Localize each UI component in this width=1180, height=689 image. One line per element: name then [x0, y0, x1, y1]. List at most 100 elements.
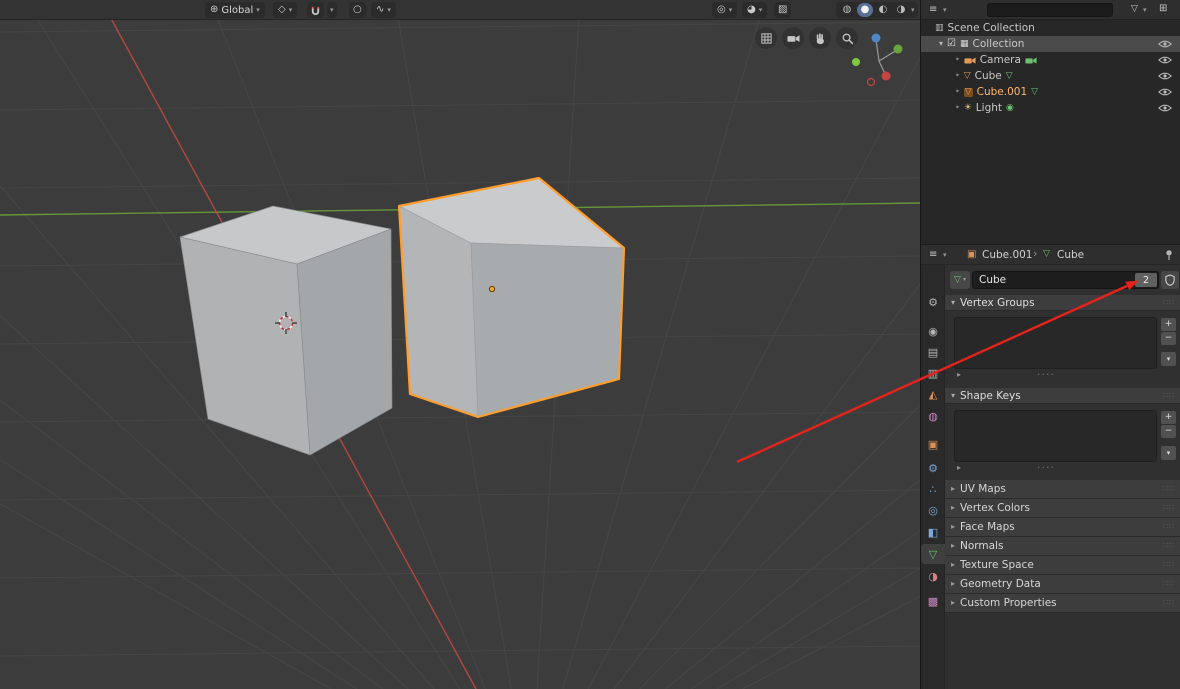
new-collection-icon[interactable]: ⊞	[1159, 4, 1167, 14]
panel-drag-handle[interactable]: ∷∷	[1163, 542, 1175, 550]
panel-drag-handle[interactable]: ∷∷	[1163, 504, 1175, 512]
pivot-point-dropdown[interactable]: ◇ ▾	[273, 2, 298, 18]
outliner-row-cube[interactable]: • ▽ Cube ▽	[921, 68, 1180, 84]
shape-key-add-button[interactable]: +	[1161, 411, 1176, 424]
axis-x-ball[interactable]	[881, 71, 891, 81]
properties-editor-menu-icon[interactable]: ≡	[929, 250, 937, 260]
id-type-dropdown[interactable]: ▽ ▾	[950, 271, 970, 289]
list-resize-grip[interactable]: ····	[1037, 462, 1055, 473]
snap-settings-dropdown[interactable]: ▾	[327, 2, 337, 18]
panel-header-normals[interactable]: ▸ Normals ∷∷	[945, 537, 1180, 556]
viewport-3d[interactable]	[0, 0, 920, 689]
tab-physics[interactable]: ◎	[921, 500, 945, 520]
proportional-editing-toggle[interactable]: ○	[349, 2, 366, 18]
visibility-eye-icon[interactable]	[1158, 39, 1172, 49]
shading-solid-button[interactable]: ●	[857, 3, 873, 17]
outliner-search-input[interactable]	[987, 3, 1113, 17]
panel-header-geometry-data[interactable]: ▸ Geometry Data ∷∷	[945, 575, 1180, 594]
collection-checkbox[interactable]: ☑	[947, 39, 956, 49]
show-overlays-dropdown[interactable]: ◕ ▾	[742, 2, 768, 18]
filter-funnel-icon[interactable]: ▽	[1131, 5, 1138, 14]
render-tab-icon: ◉	[928, 324, 938, 338]
pan-view-button[interactable]	[809, 27, 831, 49]
panel-drag-handle[interactable]: ∷∷	[1163, 391, 1175, 400]
outliner: ≡ ▾ ▽ ▾ ⊞ ▥ Scene Collection ▾ ☑ ▦ Colle…	[921, 0, 1180, 244]
outliner-row-collection[interactable]: ▾ ☑ ▦ Collection	[921, 36, 1180, 52]
panel-header-face-maps[interactable]: ▸ Face Maps ∷∷	[945, 518, 1180, 537]
visibility-eye-icon[interactable]	[1158, 71, 1172, 81]
disclosure-open-icon[interactable]: ▾	[939, 40, 943, 48]
snap-toggle[interactable]	[307, 2, 324, 18]
falloff-dropdown[interactable]: ∿ ▾	[371, 2, 396, 18]
axis-z-ball[interactable]	[871, 33, 881, 43]
disclosure-closed-icon[interactable]: ▸	[957, 371, 961, 379]
disclosure-closed-icon: ▸	[951, 598, 956, 607]
axis-x-neg-ball[interactable]	[866, 77, 876, 87]
visibility-eye-icon[interactable]	[1158, 55, 1172, 65]
visibility-eye-icon[interactable]	[1158, 87, 1172, 97]
tab-constraints[interactable]: ◧	[921, 522, 945, 542]
tab-world[interactable]: ◍	[921, 406, 945, 426]
vertex-groups-list[interactable]	[954, 317, 1157, 369]
panel-header-vertex-colors[interactable]: ▸ Vertex Colors ∷∷	[945, 499, 1180, 518]
properties-header: ≡ ▾ ▣ Cube.001 › ▽ Cube	[921, 245, 1180, 265]
panel-drag-handle[interactable]: ∷∷	[1163, 523, 1175, 531]
show-gizmo-dropdown[interactable]: ◎ ▾	[712, 2, 738, 18]
panel-drag-handle[interactable]: ∷∷	[1163, 485, 1175, 493]
shape-keys-list[interactable]	[954, 410, 1157, 462]
panel-header-shape-keys[interactable]: ▾ Shape Keys ∷∷	[945, 388, 1180, 404]
panel-drag-handle[interactable]: ∷∷	[1163, 298, 1175, 307]
tab-material[interactable]: ◑	[921, 566, 945, 586]
axis-y-neg-ball[interactable]	[852, 58, 860, 66]
tab-render[interactable]: ◉	[921, 321, 945, 341]
vertex-group-remove-button[interactable]: −	[1161, 332, 1176, 345]
transform-orientation-dropdown[interactable]: ⊕ Global ▾	[205, 2, 265, 18]
outliner-row-scene-collection[interactable]: ▥ Scene Collection	[921, 20, 1180, 36]
vertex-group-add-button[interactable]: +	[1161, 318, 1176, 331]
users-count-badge[interactable]: 2	[1135, 273, 1157, 287]
tab-tool[interactable]: ⚙	[921, 292, 945, 312]
tab-view-layer[interactable]: ▥	[921, 363, 945, 383]
breadcrumb-object-label[interactable]: Cube.001	[982, 249, 1033, 261]
outliner-row-light[interactable]: • ☀ Light ◉	[921, 100, 1180, 116]
chevron-down-icon[interactable]: ▾	[943, 252, 947, 259]
fake-user-button[interactable]	[1161, 271, 1179, 289]
tab-modifiers[interactable]: ⚙	[921, 458, 945, 478]
shading-wireframe-button[interactable]: ◍	[839, 3, 855, 17]
navigation-gizmo[interactable]	[849, 30, 909, 90]
chevron-down-icon[interactable]: ▾	[943, 7, 947, 14]
tab-particles[interactable]: ∴	[921, 479, 945, 499]
tab-object-data[interactable]: ▽	[921, 544, 945, 564]
disclosure-closed-icon[interactable]: ▸	[957, 464, 961, 472]
tab-texture[interactable]: ▩	[921, 591, 945, 611]
panel-drag-handle[interactable]: ∷∷	[1163, 561, 1175, 569]
panel-header-custom-properties[interactable]: ▸ Custom Properties ∷∷	[945, 594, 1180, 613]
tab-output[interactable]: ▤	[921, 342, 945, 362]
vertex-group-specials-button[interactable]: ▾	[1161, 352, 1176, 366]
panel-header-texture-space[interactable]: ▸ Texture Space ∷∷	[945, 556, 1180, 575]
axis-y-ball[interactable]	[893, 44, 903, 54]
panel-header-vertex-groups[interactable]: ▾ Vertex Groups ∷∷	[945, 295, 1180, 311]
shading-rendered-button[interactable]: ◑	[893, 3, 909, 17]
outliner-row-cube-001[interactable]: • ▽ Cube.001 ▽	[921, 84, 1180, 100]
panel-drag-handle[interactable]: ∷∷	[1163, 599, 1175, 607]
right-panel: ≡ ▾ ▽ ▾ ⊞ ▥ Scene Collection ▾ ☑ ▦ Colle…	[920, 0, 1180, 689]
tab-scene[interactable]: ◭	[921, 384, 945, 404]
shape-key-specials-button[interactable]: ▾	[1161, 446, 1176, 460]
camera-view-button[interactable]	[782, 27, 804, 49]
xray-toggle[interactable]: ▨	[774, 2, 792, 18]
visibility-eye-icon[interactable]	[1158, 103, 1172, 113]
shading-material-button[interactable]: ◐	[875, 3, 891, 17]
breadcrumb-data-label[interactable]: Cube	[1057, 249, 1084, 261]
pin-icon[interactable]	[1164, 249, 1174, 261]
list-resize-grip[interactable]: ····	[1037, 369, 1055, 380]
chevron-down-icon[interactable]: ▾	[1143, 7, 1147, 14]
panel-header-uv-maps[interactable]: ▸ UV Maps ∷∷	[945, 480, 1180, 499]
shape-key-remove-button[interactable]: −	[1161, 425, 1176, 438]
toggle-ortho-button[interactable]	[755, 27, 777, 49]
outliner-row-camera[interactable]: • Camera	[921, 52, 1180, 68]
panel-drag-handle[interactable]: ∷∷	[1163, 580, 1175, 588]
tab-object[interactable]: ▣	[921, 434, 945, 454]
outliner-editor-menu-icon[interactable]: ≡	[929, 5, 937, 15]
mesh-name-input[interactable]	[972, 271, 1159, 289]
